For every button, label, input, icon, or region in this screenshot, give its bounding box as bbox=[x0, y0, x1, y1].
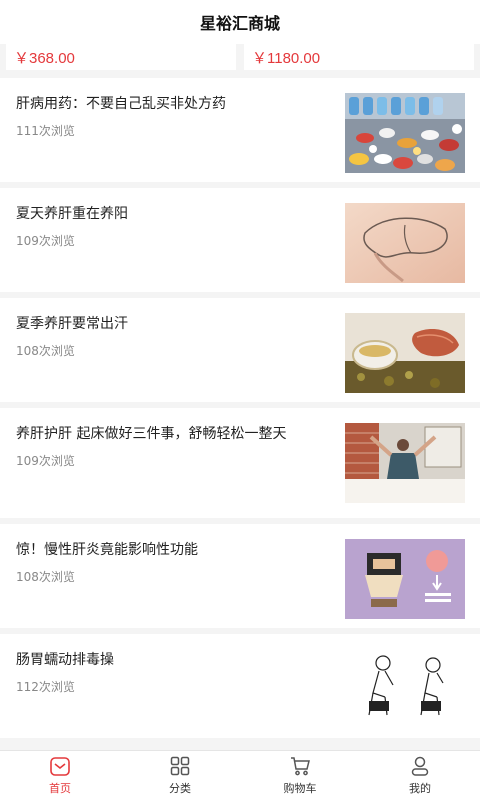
article-list: 肝病用药：不要自己乱买非处方药 111次浏览 夏天养肝重在养阳 109次浏览 夏… bbox=[0, 72, 480, 750]
grid-icon bbox=[170, 756, 190, 776]
article-item[interactable]: 养肝护肝 起床做好三件事，舒畅轻松一整天 109次浏览 bbox=[0, 408, 480, 518]
product-price-card[interactable]: ￥1180.00 bbox=[244, 44, 474, 70]
bedroom-stretch-image bbox=[345, 423, 465, 503]
app-header: 星裕汇商城 bbox=[0, 0, 480, 44]
article-item[interactable]: 肠胃蠕动排毒操 112次浏览 bbox=[0, 634, 480, 738]
tab-mine[interactable]: 我的 bbox=[360, 751, 480, 800]
price-label: ￥1180.00 bbox=[252, 49, 321, 67]
home-icon bbox=[50, 757, 70, 776]
price-label: ￥368.00 bbox=[14, 49, 75, 67]
article-views: 111次浏览 bbox=[16, 124, 75, 138]
squat-sketch-image bbox=[345, 649, 465, 729]
article-title: 夏天养肝重在养阳 bbox=[16, 206, 128, 222]
bottom-tabbar: 首页 分类 购物车 我的 bbox=[0, 750, 480, 800]
page-title: 星裕汇商城 bbox=[199, 14, 280, 33]
article-item[interactable]: 惊！慢性肝炎竟能影响性功能 108次浏览 bbox=[0, 524, 480, 628]
article-item[interactable]: 肝病用药：不要自己乱买非处方药 111次浏览 bbox=[0, 78, 480, 182]
user-icon bbox=[411, 756, 429, 776]
tab-category-label: 分类 bbox=[169, 782, 191, 795]
article-views: 108次浏览 bbox=[16, 570, 75, 584]
product-price-card[interactable]: ￥368.00 bbox=[6, 44, 236, 70]
article-item[interactable]: 夏季养肝要常出汗 108次浏览 bbox=[0, 298, 480, 402]
cart-icon bbox=[291, 757, 310, 776]
purple-cartoon-image bbox=[345, 539, 465, 619]
article-views: 109次浏览 bbox=[16, 234, 75, 248]
liver-diagram-image bbox=[345, 203, 465, 283]
tab-cart[interactable]: 购物车 bbox=[240, 751, 360, 800]
tab-home[interactable]: 首页 bbox=[0, 751, 120, 800]
tea-liver-image bbox=[345, 313, 465, 393]
article-views: 112次浏览 bbox=[16, 680, 75, 694]
article-title: 肠胃蠕动排毒操 bbox=[16, 652, 114, 668]
price-strip: ￥368.00 ￥1180.00 bbox=[0, 44, 480, 72]
tab-cart-label: 购物车 bbox=[283, 782, 317, 795]
article-title: 夏季养肝要常出汗 bbox=[16, 316, 128, 332]
article-views: 109次浏览 bbox=[16, 454, 75, 468]
article-views: 108次浏览 bbox=[16, 344, 75, 358]
article-item[interactable]: 夏天养肝重在养阳 109次浏览 bbox=[0, 188, 480, 292]
tab-category[interactable]: 分类 bbox=[120, 751, 240, 800]
pills-image bbox=[345, 93, 465, 173]
tab-home-label: 首页 bbox=[49, 782, 71, 795]
article-title: 肝病用药：不要自己乱买非处方药 bbox=[16, 96, 226, 112]
article-title: 惊！慢性肝炎竟能影响性功能 bbox=[16, 542, 198, 558]
article-title: 养肝护肝 起床做好三件事，舒畅轻松一整天 bbox=[16, 426, 287, 442]
tab-mine-label: 我的 bbox=[409, 782, 431, 795]
